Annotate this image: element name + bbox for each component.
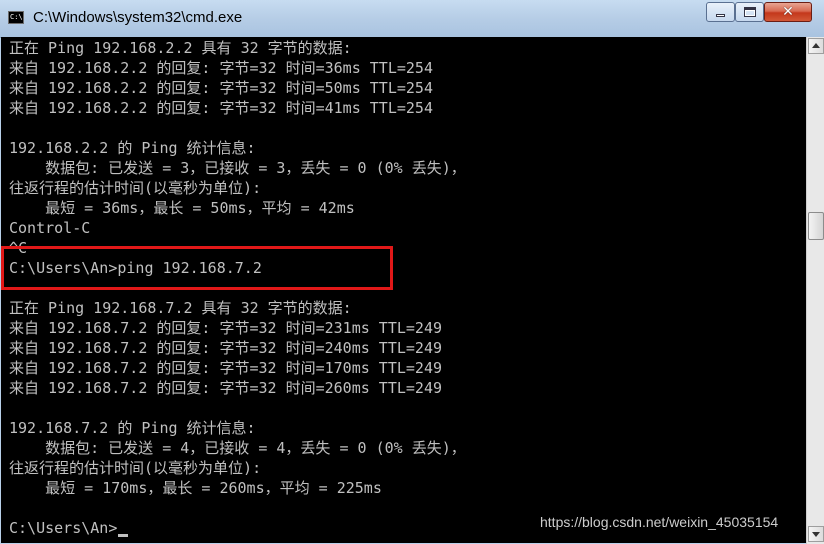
console-line: 192.168.2.2 的 Ping 统计信息: [9, 139, 256, 157]
console-line: 来自 192.168.7.2 的回复: 字节=32 时间=260ms TTL=2… [9, 379, 443, 397]
minimize-icon [716, 14, 725, 17]
up-arrow-icon [812, 43, 820, 48]
console-line: 往返行程的估计时间(以毫秒为单位): [9, 459, 262, 477]
console-line: 来自 192.168.2.2 的回复: 字节=32 时间=36ms TTL=25… [9, 59, 433, 77]
console-line: 正在 Ping 192.168.7.2 具有 32 字节的数据: [9, 299, 352, 317]
minimize-button[interactable] [706, 2, 735, 22]
window-title: C:\Windows\system32\cmd.exe [33, 9, 243, 26]
cmd-window: C:\ C:\Windows\system32\cmd.exe ✕ 正在 Pin… [0, 0, 824, 544]
maximize-icon [744, 7, 756, 17]
vertical-scrollbar[interactable] [806, 37, 824, 544]
console-line: 往返行程的估计时间(以毫秒为单位): [9, 179, 262, 197]
console-line: 数据包: 已发送 = 4，已接收 = 4，丢失 = 0 (0% 丢失)， [9, 439, 466, 457]
scroll-down-button[interactable] [808, 526, 824, 542]
maximize-button[interactable] [735, 2, 764, 22]
close-icon: ✕ [782, 4, 794, 20]
console-line: C:\Users\An>ping 192.168.7.2 [9, 259, 262, 277]
console-line: 最短 = 170ms，最长 = 260ms，平均 = 225ms [9, 479, 382, 497]
console-line: 来自 192.168.7.2 的回复: 字节=32 时间=240ms TTL=2… [9, 339, 443, 357]
watermark: https://blog.csdn.net/weixin_45035154 [540, 514, 779, 530]
console-line: 来自 192.168.7.2 的回复: 字节=32 时间=231ms TTL=2… [9, 319, 443, 337]
console-line: 来自 192.168.7.2 的回复: 字节=32 时间=170ms TTL=2… [9, 359, 443, 377]
console-line: C:\Users\An> [9, 519, 118, 537]
cmd-app-icon[interactable]: C:\ [8, 11, 24, 24]
title-bar[interactable]: C:\ C:\Windows\system32\cmd.exe ✕ [0, 0, 824, 38]
console-line: 来自 192.168.2.2 的回复: 字节=32 时间=50ms TTL=25… [9, 79, 433, 97]
scroll-thumb[interactable] [808, 212, 824, 240]
down-arrow-icon [812, 532, 820, 537]
console-line: 正在 Ping 192.168.2.2 具有 32 字节的数据: [9, 39, 352, 57]
console-line: 来自 192.168.2.2 的回复: 字节=32 时间=41ms TTL=25… [9, 99, 433, 117]
close-button[interactable]: ✕ [764, 2, 812, 22]
console-line: 192.168.7.2 的 Ping 统计信息: [9, 419, 256, 437]
console-line: Control-C [9, 219, 91, 237]
scroll-up-button[interactable] [808, 38, 824, 54]
console-line: 数据包: 已发送 = 3，已接收 = 3，丢失 = 0 (0% 丢失)， [9, 159, 466, 177]
console-line: ^C [9, 239, 28, 257]
console-output[interactable]: 正在 Ping 192.168.2.2 具有 32 字节的数据: 来自 192.1… [1, 37, 806, 543]
text-cursor [118, 534, 129, 537]
console-line: 最短 = 36ms，最长 = 50ms，平均 = 42ms [9, 199, 355, 217]
